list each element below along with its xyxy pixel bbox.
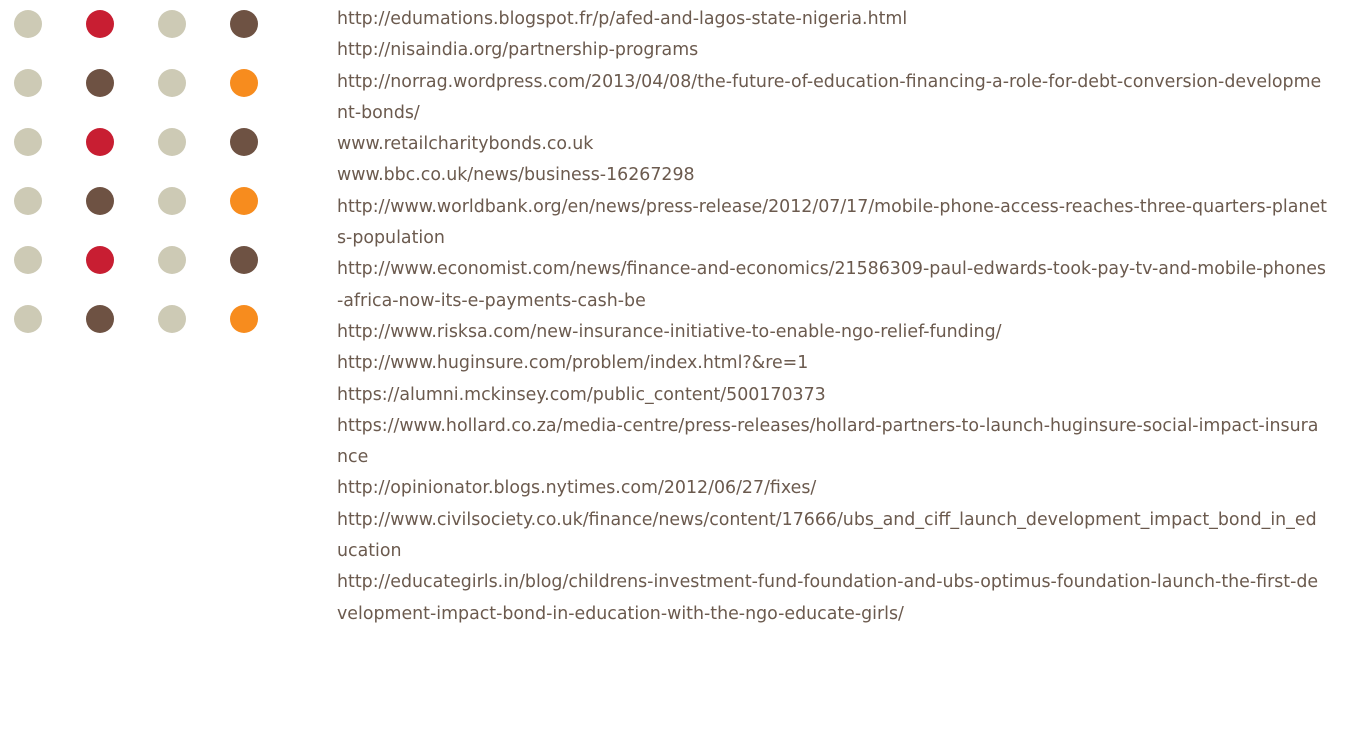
beige-dot <box>14 187 42 215</box>
reference-link[interactable]: http://www.risksa.com/new-insurance-init… <box>337 317 1327 348</box>
brown-dot <box>86 187 114 215</box>
orange-dot <box>230 69 258 97</box>
brown-dot <box>86 305 114 333</box>
beige-dot <box>14 69 42 97</box>
reference-link[interactable]: https://alumni.mckinsey.com/public_conte… <box>337 380 1327 411</box>
reference-link[interactable]: http://nisaindia.org/partnership-program… <box>337 35 1327 66</box>
orange-dot <box>230 187 258 215</box>
brown-dot <box>230 10 258 38</box>
red-dot <box>86 10 114 38</box>
beige-dot <box>158 187 186 215</box>
reference-link[interactable]: http://educategirls.in/blog/childrens-in… <box>337 567 1327 630</box>
beige-dot <box>158 128 186 156</box>
brown-dot <box>230 128 258 156</box>
orange-dot <box>230 305 258 333</box>
decorative-dot-grid <box>14 10 258 333</box>
reference-link[interactable]: http://www.civilsociety.co.uk/finance/ne… <box>337 505 1327 568</box>
reference-link[interactable]: http://www.worldbank.org/en/news/press-r… <box>337 192 1327 255</box>
beige-dot <box>14 10 42 38</box>
reference-link[interactable]: http://opinionator.blogs.nytimes.com/201… <box>337 473 1327 504</box>
reference-link[interactable]: https://www.hollard.co.za/media-centre/p… <box>337 411 1327 474</box>
beige-dot <box>14 128 42 156</box>
reference-link[interactable]: http://www.huginsure.com/problem/index.h… <box>337 348 1327 379</box>
beige-dot <box>158 246 186 274</box>
beige-dot <box>14 246 42 274</box>
reference-link-list: http://edumations.blogspot.fr/p/afed-and… <box>337 4 1327 630</box>
brown-dot <box>230 246 258 274</box>
beige-dot <box>14 305 42 333</box>
red-dot <box>86 246 114 274</box>
reference-link[interactable]: www.bbc.co.uk/news/business-16267298 <box>337 160 1327 191</box>
red-dot <box>86 128 114 156</box>
beige-dot <box>158 69 186 97</box>
reference-link[interactable]: http://www.economist.com/news/finance-an… <box>337 254 1327 317</box>
brown-dot <box>86 69 114 97</box>
beige-dot <box>158 305 186 333</box>
beige-dot <box>158 10 186 38</box>
reference-link[interactable]: http://norrag.wordpress.com/2013/04/08/t… <box>337 67 1327 130</box>
reference-link[interactable]: http://edumations.blogspot.fr/p/afed-and… <box>337 4 1327 35</box>
reference-link[interactable]: www.retailcharitybonds.co.uk <box>337 129 1327 160</box>
